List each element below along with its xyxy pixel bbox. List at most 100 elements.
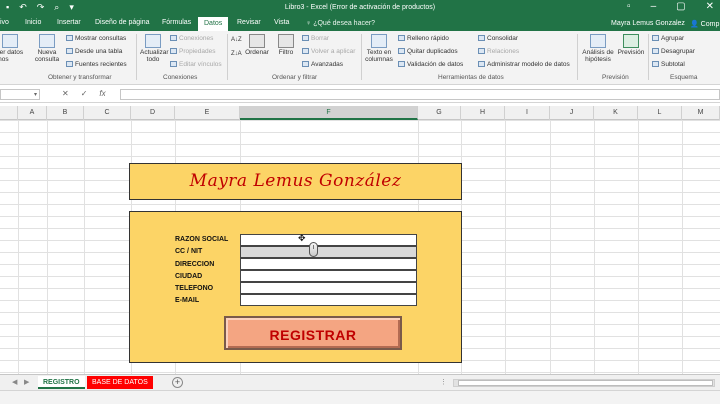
consolidate-label: Consolidar — [487, 35, 519, 42]
group-label-get-transform: Obtener y transformar — [48, 74, 112, 81]
close-icon[interactable]: ✕ — [706, 1, 714, 12]
tab-insert[interactable]: Insertar — [57, 19, 81, 26]
sheet-tab-bar: ◀ ▶ REGISTRO BASE DE DATOS + ⋮ — [0, 374, 720, 390]
name-box[interactable]: ▾ — [0, 89, 40, 100]
properties-button[interactable]: Propiedades — [170, 48, 216, 55]
column-header-e[interactable]: E — [175, 106, 240, 120]
cancel-icon[interactable]: ✕ — [62, 89, 69, 98]
email-input[interactable] — [240, 294, 417, 306]
formula-input[interactable] — [120, 89, 720, 100]
new-query-icon — [39, 34, 55, 48]
data-model-button[interactable]: Administrar modelo de datos — [478, 61, 570, 68]
direccion-input[interactable] — [240, 258, 417, 270]
sort-za-icon[interactable]: Z↓A — [231, 51, 242, 57]
select-all-corner[interactable] — [0, 106, 18, 120]
column-header-b[interactable]: B — [47, 106, 84, 120]
sort-az-icon[interactable]: A↓Z — [231, 37, 242, 43]
next-sheet-icon[interactable]: ▶ — [24, 378, 29, 386]
flash-fill-button[interactable]: Relleno rápido — [398, 35, 449, 42]
horizontal-scrollbar[interactable] — [453, 379, 715, 387]
connections-icon — [170, 35, 177, 41]
subtotal-button[interactable]: Subtotal — [652, 61, 685, 68]
relationships-label: Relaciones — [487, 48, 520, 55]
mouse-icon — [309, 242, 318, 257]
telefono-input[interactable] — [240, 282, 417, 294]
tab-view[interactable]: Vista — [274, 19, 289, 26]
excel-window: ▪ ↶ ↷ ⌕ ▾ Libro3 - Excel (Error de activ… — [0, 0, 720, 404]
share-button[interactable]: 👤 Comp — [690, 20, 719, 28]
insert-function-button[interactable]: fx — [99, 89, 105, 98]
ribbon-display-icon[interactable]: ▫ — [627, 1, 631, 12]
minimize-icon[interactable]: – — [651, 1, 657, 12]
consolidate-icon — [478, 35, 485, 41]
column-header-h[interactable]: H — [461, 106, 505, 120]
external-data-icon — [2, 34, 18, 48]
column-header-l[interactable]: L — [638, 106, 682, 120]
get-external-data-button[interactable]: ner datos rnos — [0, 34, 26, 63]
refresh-all-button[interactable]: Actualizar todo — [140, 34, 169, 63]
add-sheet-icon[interactable]: + — [172, 377, 183, 388]
group-separator — [136, 34, 137, 80]
column-header-c[interactable]: C — [84, 106, 131, 120]
forecast-sheet-button[interactable]: Previsión — [616, 34, 646, 56]
advanced-filter-button[interactable]: Avanzadas — [302, 61, 343, 68]
text-to-columns-button[interactable]: Texto en columnas — [364, 34, 394, 63]
tell-me-search[interactable]: ♀ ¿Qué desea hacer? — [306, 20, 375, 27]
tab-formulas[interactable]: Fórmulas — [162, 19, 191, 26]
ciudad-input[interactable] — [240, 270, 417, 282]
name-box-dropdown-icon[interactable]: ▾ — [34, 91, 37, 98]
label-email: E-MAIL — [175, 297, 200, 304]
grid-line — [638, 120, 639, 374]
tab-file[interactable]: ivo — [0, 19, 9, 26]
from-table-button[interactable]: Desde una tabla — [66, 48, 122, 55]
group-button[interactable]: Agrupar — [652, 35, 684, 42]
cc-nit-input[interactable] — [240, 246, 417, 258]
column-header-i[interactable]: I — [505, 106, 550, 120]
sheet-tab-registro[interactable]: REGISTRO — [38, 376, 85, 389]
tab-home[interactable]: Inicio — [25, 19, 41, 26]
label-cc-nit: CC / NIT — [175, 248, 203, 255]
prev-sheet-icon[interactable]: ◀ — [12, 378, 17, 386]
sheet-tab-base-de-datos[interactable]: BASE DE DATOS — [87, 376, 153, 389]
remove-duplicates-button[interactable]: Quitar duplicados — [398, 48, 458, 55]
reapply-button[interactable]: Volver a aplicar — [302, 48, 355, 55]
window-title: Libro3 - Excel (Error de activación de p… — [284, 4, 436, 11]
edit-links-button[interactable]: Editar vínculos — [170, 61, 222, 68]
tab-data[interactable]: Datos — [198, 17, 229, 31]
column-header-k[interactable]: K — [594, 106, 638, 120]
filter-button[interactable]: Filtro — [274, 34, 298, 56]
show-queries-button[interactable]: Mostrar consultas — [66, 35, 126, 42]
column-header-j[interactable]: J — [550, 106, 594, 120]
consolidate-button[interactable]: Consolidar — [478, 35, 518, 42]
razon-social-input[interactable] — [240, 234, 417, 246]
title-card: Mayra Lemus González — [129, 163, 462, 200]
tab-page-layout[interactable]: Diseño de página — [95, 19, 150, 26]
data-validation-button[interactable]: Validación de datos — [398, 61, 463, 68]
tab-split-icon[interactable]: ⋮ — [440, 378, 447, 386]
sort-button[interactable]: Ordenar — [243, 34, 271, 56]
column-header-a[interactable]: A — [18, 106, 47, 120]
what-if-analysis-button[interactable]: Análisis de hipótesis — [580, 34, 616, 63]
flash-fill-icon — [398, 35, 405, 41]
column-header-f[interactable]: F — [240, 106, 418, 120]
column-header-m[interactable]: M — [682, 106, 720, 120]
new-query-label: Nueva consulta — [34, 49, 60, 63]
recent-sources-button[interactable]: Fuentes recientes — [66, 61, 127, 68]
clear-filter-button[interactable]: Borrar — [302, 35, 329, 42]
relationships-button[interactable]: Relaciones — [478, 48, 519, 55]
enter-icon[interactable]: ✓ — [81, 89, 88, 98]
group-separator — [577, 34, 578, 80]
ungroup-button[interactable]: Desagrupar — [652, 48, 695, 55]
ribbon-tabs: ivo Inicio Insertar Diseño de página Fór… — [0, 17, 720, 31]
scrollbar-thumb[interactable] — [458, 380, 713, 386]
register-button[interactable]: REGISTRAR — [224, 316, 402, 350]
user-name[interactable]: Mayra Lemus Gonzalez — [611, 20, 685, 27]
tab-review[interactable]: Revisar — [237, 19, 261, 26]
column-header-d[interactable]: D — [131, 106, 175, 120]
column-header-g[interactable]: G — [418, 106, 461, 120]
advanced-filter-icon — [302, 61, 309, 67]
connections-button[interactable]: Conexiones — [170, 35, 213, 42]
remove-duplicates-icon — [398, 48, 405, 54]
new-query-button[interactable]: Nueva consulta — [34, 34, 60, 63]
maximize-icon[interactable]: ▢ — [676, 1, 685, 12]
